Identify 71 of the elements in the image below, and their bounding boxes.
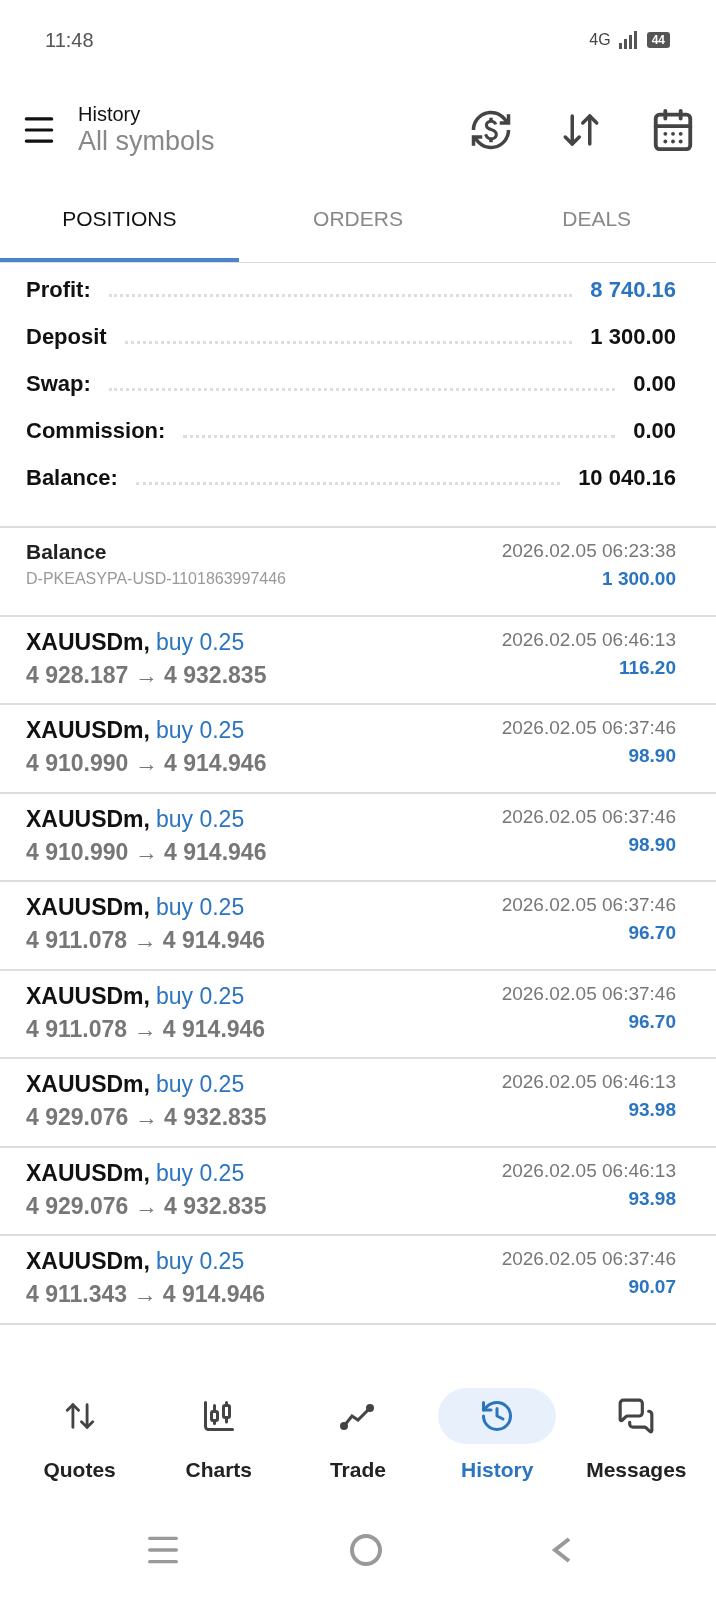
position-prices: 4 928.187 → 4 932.835 [26,661,267,689]
position-prices: 4 911.343 → 4 914.946 [26,1281,266,1308]
summary-value: 1 300.00 [590,324,676,350]
position-symbol: XAUUSDm, [26,1248,150,1275]
summary-value: 8 740.16 [590,277,676,303]
summary-label: Commission: [26,418,166,444]
summary-label: Swap: [26,371,91,397]
position-profit: 90.07 [628,1276,676,1298]
position-side: buy 0.25 [155,717,245,744]
position-side: buy 0.25 [155,1248,245,1275]
screen-title: History [78,103,142,126]
position-time: 2026.02.05 06:37:46 [501,894,676,916]
nav-item[interactable]: Messages [577,1388,696,1482]
position-profit: 96.70 [628,1010,676,1033]
position-prices: 4 929.076 → 4 932.835 [26,1104,267,1131]
position-symbol: XAUUSDm, [26,1071,150,1098]
position-time: 2026.02.05 06:46:13 [501,628,676,651]
position-profit: 98.90 [628,833,676,856]
status-time: 11:48 [45,28,94,52]
position-time: 2026.02.05 06:46:13 [501,1071,676,1093]
signal-icon [618,31,639,49]
position-symbol: XAUUSDm, [26,717,150,744]
nav-item[interactable]: Quotes [20,1388,139,1482]
operation-title: Balance [26,540,107,564]
position-symbol: XAUUSDm, [26,628,150,656]
operation-time: 2026.02.05 06:23:38 [501,540,676,562]
position-prices: 4 910.990 → 4 914.946 [26,838,267,866]
position-time: 2026.02.05 06:46:13 [501,1159,676,1182]
summary-value: 10 040.16 [578,465,676,491]
position-side: buy 0.25 [155,1071,245,1098]
network-type: 4G [589,31,611,49]
tab[interactable]: ORDERS [238,180,478,262]
operation-comment: D-PKEASYPA-USD-1101863997446 [26,570,286,588]
position-prices: 4 911.078 → 4 914.946 [26,1015,266,1043]
position-prices: 4 910.990 → 4 914.946 [26,750,267,777]
home-icon[interactable] [349,1533,383,1567]
tab[interactable]: DEALS [477,180,716,262]
position-side: buy 0.25 [155,1159,245,1187]
summary-label: Profit: [26,277,91,303]
position-time: 2026.02.05 06:37:46 [501,1248,676,1270]
position-prices: 4 929.076 → 4 932.835 [26,1192,267,1220]
position-symbol: XAUUSDm, [26,805,150,833]
position-time: 2026.02.05 06:37:46 [501,982,676,1005]
currency-exchange-icon[interactable] [470,109,512,151]
battery-level: 44 [646,32,670,48]
summary-label: Deposit [26,324,107,350]
operation-amount: 1 300.00 [602,568,676,590]
position-profit: 98.90 [628,745,676,767]
position-side: buy 0.25 [155,982,245,1010]
nav-item[interactable]: Trade [298,1388,417,1482]
summary-label: Balance: [26,465,118,491]
chat-bubbles-icon [617,1397,656,1435]
summary-value: 0.00 [633,371,676,397]
position-side: buy 0.25 [155,805,245,833]
position-symbol: XAUUSDm, [26,982,150,1010]
position-profit: 93.98 [628,1099,676,1121]
back-icon[interactable] [549,1535,573,1565]
position-side: buy 0.25 [155,628,245,656]
summary-value: 0.00 [633,418,676,444]
position-time: 2026.02.05 06:37:46 [501,717,676,739]
tab[interactable]: POSITIONS [0,180,239,262]
position-symbol: XAUUSDm, [26,1159,150,1187]
position-profit: 116.20 [618,656,676,679]
position-symbol: XAUUSDm, [26,894,150,921]
nav-item[interactable]: Charts [159,1388,278,1482]
position-prices: 4 911.078 → 4 914.946 [26,927,266,954]
position-profit: 93.98 [628,1187,676,1210]
position-profit: 96.70 [628,922,676,944]
position-side: buy 0.25 [155,894,245,921]
symbol-filter[interactable]: All symbols [78,126,422,157]
position-time: 2026.02.05 06:37:46 [501,805,676,828]
